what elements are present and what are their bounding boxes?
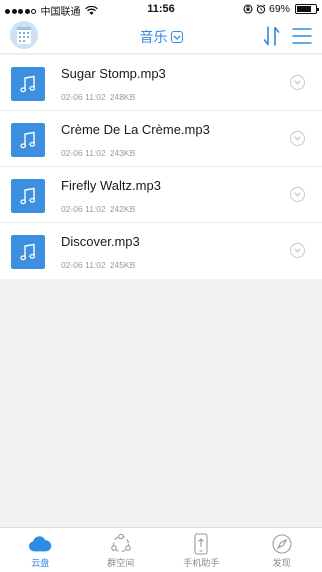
tab-label: 手机助手: [183, 559, 220, 569]
file-date: 02-06 11:02: [61, 260, 106, 270]
status-right: 69%: [243, 3, 319, 15]
tab-label: 群空间: [107, 559, 135, 569]
tab-bar: 云盘 群空间 手机助手 发现: [0, 527, 322, 572]
file-date: 02-06 11:02: [61, 204, 106, 214]
orientation-lock-icon: [243, 4, 253, 14]
file-size: 248KB: [109, 92, 136, 102]
file-meta: 02-06 11:02 242KB: [61, 204, 135, 214]
expand-row-button[interactable]: [290, 187, 305, 202]
file-list: Sugar Stomp.mp3 02-06 11:02 248KB Crème D…: [0, 55, 322, 279]
category-selector[interactable]: 音乐: [140, 27, 183, 47]
file-meta: 02-06 11:02 248KB: [61, 92, 135, 102]
list-item[interactable]: Discover.mp3 02-06 11:02 245KB: [0, 223, 322, 279]
file-name: Discover.mp3: [61, 234, 140, 249]
menu-icon: [292, 28, 312, 44]
chevron-down-icon: [294, 136, 301, 141]
file-name: Sugar Stomp.mp3: [61, 66, 166, 81]
battery-fill: [297, 6, 311, 12]
menu-button[interactable]: [290, 25, 314, 47]
cloud-icon: [28, 533, 52, 555]
tab-label: 云盘: [31, 559, 50, 569]
file-size: 243KB: [109, 148, 136, 158]
page-title: 音乐: [139, 30, 168, 46]
list-item[interactable]: Sugar Stomp.mp3 02-06 11:02 248KB: [0, 55, 322, 111]
compass-icon: [270, 533, 294, 555]
music-file-icon: [11, 123, 45, 157]
file-size: 245KB: [109, 260, 136, 270]
tab-phone-assistant[interactable]: 手机助手: [161, 528, 242, 572]
battery-icon: [295, 4, 319, 14]
sort-icon: [263, 26, 280, 46]
file-date: 02-06 11:02: [61, 148, 106, 158]
file-date: 02-06 11:02: [61, 92, 106, 102]
file-meta: 02-06 11:02 243KB: [61, 148, 135, 158]
nav-bar: 音乐: [0, 18, 322, 54]
battery-percent: 69%: [268, 3, 290, 15]
phone-assistant-icon: [189, 533, 213, 555]
file-size: 242KB: [109, 204, 136, 214]
music-file-icon: [11, 179, 45, 213]
tab-cloud-disk[interactable]: 云盘: [0, 528, 81, 572]
chevron-down-icon: [170, 31, 183, 43]
chevron-down-icon: [294, 80, 301, 85]
chevron-down-icon: [294, 248, 301, 253]
expand-row-button[interactable]: [290, 131, 305, 146]
chevron-down-icon: [294, 192, 301, 197]
tab-label: 发现: [272, 559, 291, 569]
list-item[interactable]: Crème De La Crème.mp3 02-06 11:02 243KB: [0, 111, 322, 167]
music-file-icon: [11, 67, 45, 101]
group-space-icon: [109, 533, 133, 555]
file-name: Crème De La Crème.mp3: [61, 122, 210, 137]
file-name: Firefly Waltz.mp3: [61, 178, 161, 193]
expand-row-button[interactable]: [290, 243, 305, 258]
alarm-icon: [256, 4, 266, 14]
tab-group-space[interactable]: 群空间: [81, 528, 162, 572]
list-item[interactable]: Firefly Waltz.mp3 02-06 11:02 242KB: [0, 167, 322, 223]
music-file-icon: [11, 235, 45, 269]
status-bar: 中国联通 11:56 69%: [0, 0, 322, 18]
sort-button[interactable]: [262, 25, 282, 47]
expand-row-button[interactable]: [290, 75, 305, 90]
file-meta: 02-06 11:02 245KB: [61, 260, 135, 270]
tab-discover[interactable]: 发现: [242, 528, 322, 572]
